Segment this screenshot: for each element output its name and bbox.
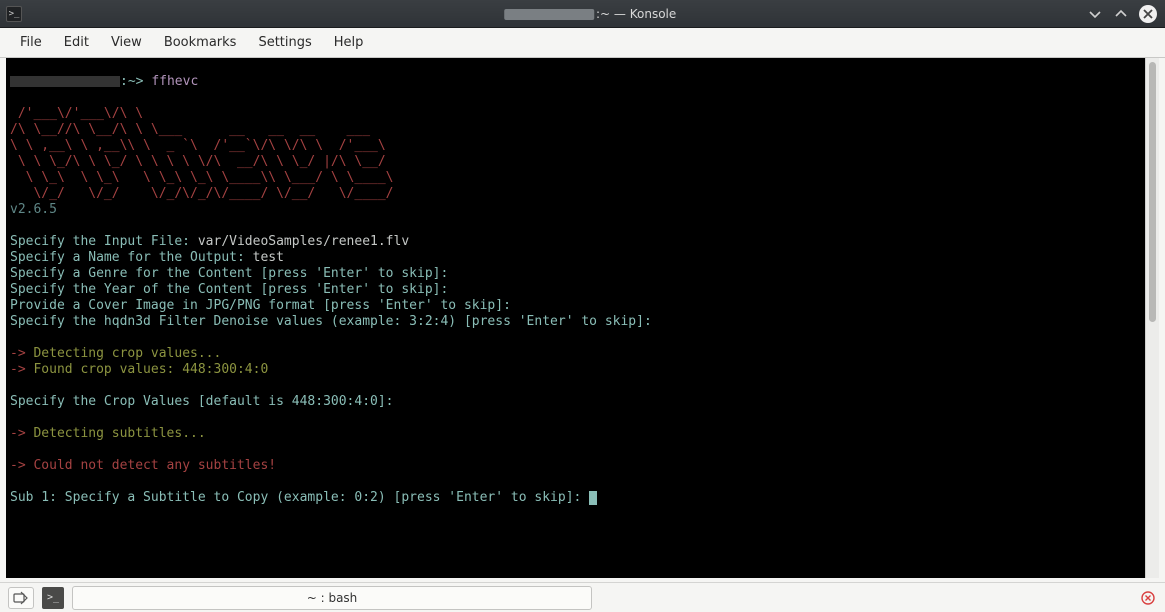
ascii-logo-line-0: /'___\/'___\/\ \ — [10, 106, 143, 121]
tab-active[interactable]: ~ : bash — [72, 586, 592, 610]
window-title-suffix: :~ — Konsole — [596, 7, 676, 21]
minimize-button[interactable] — [1087, 6, 1103, 22]
status-detect-crop: Detecting crop values... — [26, 346, 222, 361]
command-text: ffhevc — [151, 74, 198, 89]
terminal-wrapper: :~> ffhevc /'___\/'___\/\ \ /\ \__//\ \_… — [0, 58, 1165, 582]
q-hqdn3d: Specify the hqdn3d Filter Denoise values… — [10, 314, 652, 329]
q-input-file: Specify the Input File: — [10, 234, 198, 249]
q-year: Specify the Year of the Content [press '… — [10, 282, 448, 297]
window-controls — [1087, 5, 1165, 23]
maximize-button[interactable] — [1113, 6, 1129, 22]
close-tab-button[interactable] — [1139, 589, 1157, 607]
hostname-obscured — [504, 9, 594, 20]
menu-settings[interactable]: Settings — [248, 31, 321, 54]
q-crop: Specify the Crop Values [default is 448:… — [10, 394, 394, 409]
menu-help[interactable]: Help — [324, 31, 374, 54]
q-output-name: Specify a Name for the Output: — [10, 250, 253, 265]
app-menu-icon[interactable]: >_ — [6, 6, 22, 22]
arrow-4: -> — [10, 458, 26, 473]
menu-view[interactable]: View — [101, 31, 152, 54]
new-tab-icon — [13, 591, 29, 605]
ascii-logo-line-2: \ \ ,__\ \ ,__\\ \ _ `\ /'__`\/\ \/\ \ /… — [10, 138, 386, 153]
new-tab-button[interactable] — [8, 587, 34, 609]
ascii-logo-line-1: /\ \__//\ \__/\ \ \___ __ __ __ ___ — [10, 122, 370, 137]
terminal-cursor — [589, 491, 597, 505]
tab-label: ~ : bash — [307, 591, 358, 605]
prompt-host — [10, 74, 120, 89]
tab-bar: >_ ~ : bash — [0, 582, 1165, 612]
q-genre: Specify a Genre for the Content [press '… — [10, 266, 448, 281]
terminal-view[interactable]: :~> ffhevc /'___\/'___\/\ \ /\ \__//\ \_… — [6, 58, 1145, 578]
q-sub1: Sub 1: Specify a Subtitle to Copy (examp… — [10, 490, 589, 505]
arrow-1: -> — [10, 346, 26, 361]
window-title: :~ — Konsole — [489, 0, 677, 35]
arrow-2: -> — [10, 362, 26, 377]
menu-bookmarks[interactable]: Bookmarks — [154, 31, 247, 54]
menu-edit[interactable]: Edit — [54, 31, 99, 54]
status-no-subs: Could not detect any subtitles! — [26, 458, 276, 473]
ascii-logo-line-4: \ \_\ \ \_\ \ \_\ \_\ \____\\ \___/ \ \_… — [10, 170, 394, 185]
status-detect-subs: Detecting subtitles... — [26, 426, 206, 441]
titlebar-left: >_ — [0, 6, 22, 22]
close-button[interactable] — [1139, 5, 1157, 23]
close-icon — [1141, 591, 1155, 605]
ascii-logo-line-3: \ \ \_/\ \ \_/ \ \ \ \ \/\ __/\ \ \_/ |/… — [10, 154, 386, 169]
terminal-scrollbar[interactable] — [1145, 58, 1159, 578]
prompt-path: :~> — [120, 74, 143, 89]
status-found-crop: Found crop values: 448:300:4:0 — [26, 362, 269, 377]
menu-file[interactable]: File — [10, 31, 52, 54]
scrollbar-thumb[interactable] — [1149, 62, 1156, 322]
ascii-logo-line-5: \/_/ \/_/ \/_/\/_/\/____/ \/__/ \/____/ — [10, 186, 394, 201]
q-cover: Provide a Cover Image in JPG/PNG format … — [10, 298, 511, 313]
arrow-3: -> — [10, 426, 26, 441]
window-titlebar: >_ :~ — Konsole — [0, 0, 1165, 28]
a-output-name: test — [253, 250, 284, 265]
version-text: v2.6.5 — [10, 202, 57, 217]
tab-terminal-icon[interactable]: >_ — [42, 587, 64, 609]
a-input-file: var/VideoSamples/renee1.flv — [198, 234, 409, 249]
